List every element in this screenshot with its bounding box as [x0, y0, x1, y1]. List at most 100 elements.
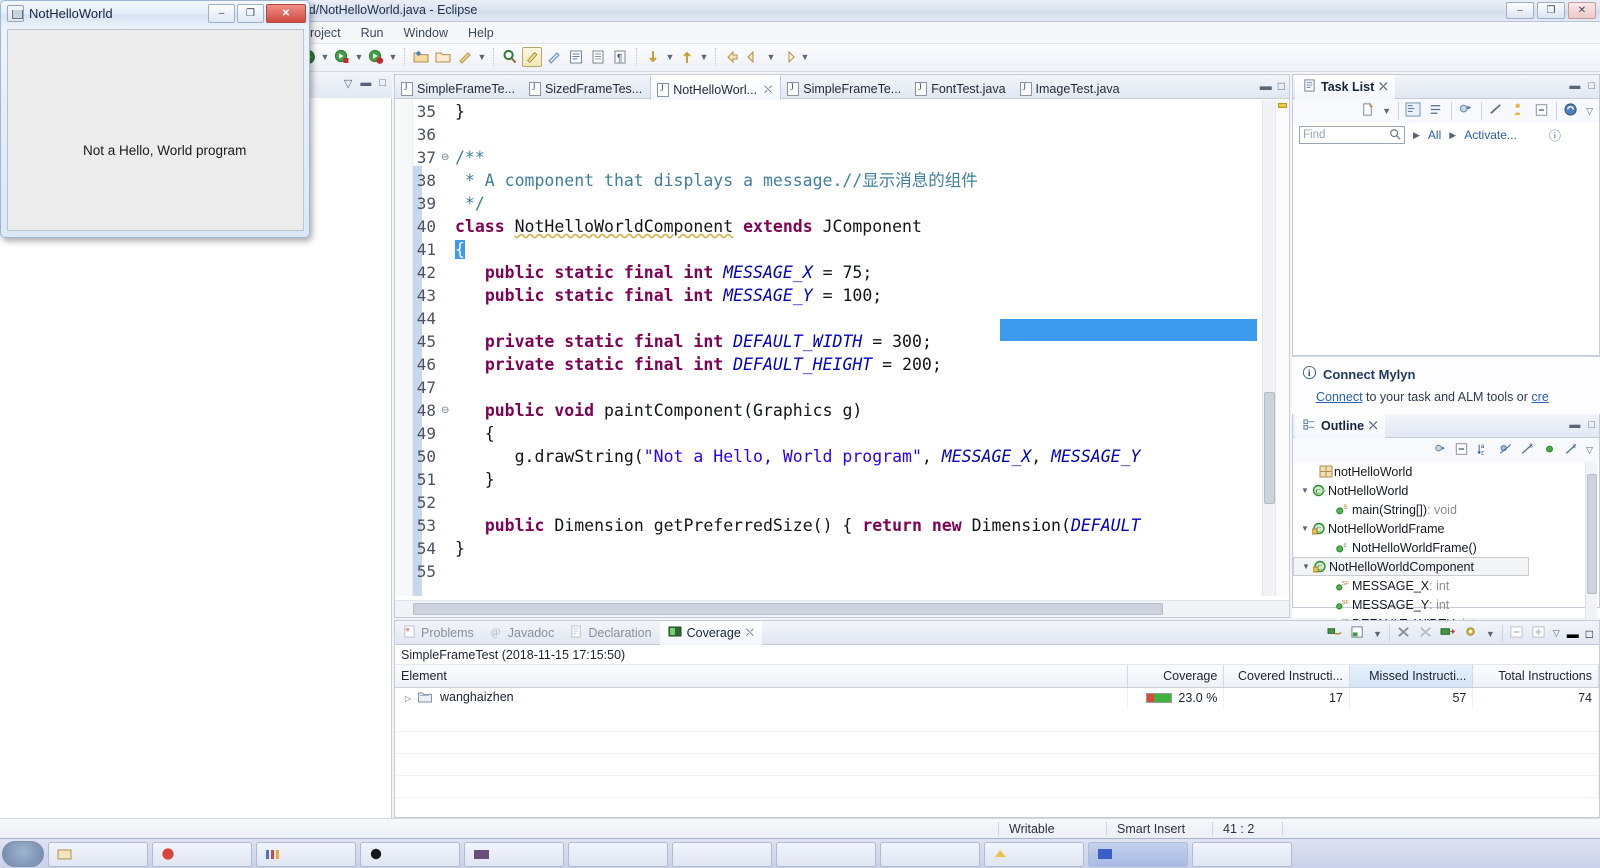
session-dropdown-icon[interactable]: ▼: [1373, 629, 1382, 639]
tab-outline[interactable]: Outline ⛌: [1295, 414, 1386, 438]
person-icon[interactable]: [1511, 102, 1527, 120]
outline-item-nothelloworld-class[interactable]: ▼ C NotHelloWorld: [1293, 481, 1599, 500]
twisty-expanded-icon[interactable]: ▼: [1299, 486, 1311, 495]
help-icon[interactable]: ⓘ: [1549, 127, 1561, 144]
collapse-all-icon[interactable]: [1454, 442, 1469, 459]
external-tools-icon[interactable]: [455, 47, 475, 67]
editor-tab-sizedframetes[interactable]: SizedFrameTes...: [523, 75, 650, 99]
editor-horizontal-scrollbar[interactable]: [395, 600, 1289, 617]
scrollbar-thumb[interactable]: [1587, 474, 1597, 594]
sort-icon[interactable]: az: [1476, 442, 1491, 459]
close-icon[interactable]: ⛌: [1369, 420, 1377, 433]
run-dropdown-icon[interactable]: ▼: [354, 47, 364, 67]
clear-icon[interactable]: [1481, 102, 1504, 120]
view-menu-icon[interactable]: ▽: [344, 77, 352, 90]
view-menu-icon[interactable]: ▽: [1586, 106, 1593, 117]
editor-vertical-scrollbar[interactable]: [1262, 100, 1275, 596]
search-icon[interactable]: [500, 47, 520, 67]
back-icon[interactable]: [722, 47, 742, 67]
menu-run[interactable]: Run: [351, 24, 394, 42]
hide-static-icon[interactable]: S: [1520, 442, 1535, 459]
taskbar-item-6[interactable]: [568, 842, 668, 867]
taskbar-item-10[interactable]: [984, 842, 1084, 867]
swing-maximize-button[interactable]: ❐: [237, 4, 264, 23]
marker-icon[interactable]: [544, 47, 564, 67]
next-annotation-dropdown-icon[interactable]: ▼: [665, 47, 675, 67]
run-icon[interactable]: [332, 47, 352, 67]
outline-item-nothelloworldframe[interactable]: ▼ C NotHelloWorldFrame: [1293, 519, 1599, 538]
maximize-icon[interactable]: □: [1278, 79, 1285, 93]
editor-tab-fonttest-java[interactable]: FontTest.java: [909, 75, 1013, 99]
minimize-icon[interactable]: ▬: [1260, 79, 1272, 93]
find-input[interactable]: Find: [1299, 126, 1405, 144]
activate-link[interactable]: Activate...: [1464, 128, 1517, 142]
hide-nonpublic-icon[interactable]: [1542, 442, 1557, 459]
tab-declaration[interactable]: Declaration: [562, 621, 659, 645]
editor-tab-imagetest-java[interactable]: ImageTest.java: [1014, 75, 1128, 99]
view-menu-icon[interactable]: ▽: [1586, 445, 1593, 456]
fold-marker-icon[interactable]: ⊖: [441, 399, 455, 422]
outline-item-nothelloworldframe-ctor[interactable]: c NotHelloWorldFrame(): [1293, 538, 1599, 557]
taskbar-item-9[interactable]: [880, 842, 980, 867]
editor-tab-simpleframete-1[interactable]: SimpleFrameTe...: [395, 75, 523, 99]
flat-list-icon[interactable]: [1428, 102, 1444, 120]
prev-annotation-icon[interactable]: [677, 47, 697, 67]
pencil-highlight-icon[interactable]: [522, 47, 542, 67]
tab-coverage[interactable]: Coverage ⛌: [659, 621, 762, 645]
open-folder-icon[interactable]: [433, 47, 453, 67]
column-header-total-instructions[interactable]: Total Instructions: [1472, 665, 1599, 688]
expand-all-icon[interactable]: [1531, 625, 1546, 642]
column-header-covered-instructions[interactable]: Covered Instructi...: [1223, 665, 1350, 688]
maximize-icon[interactable]: □: [1588, 80, 1595, 92]
taskbar-item-3[interactable]: [256, 842, 356, 867]
settings-icon[interactable]: [1463, 625, 1479, 642]
maximize-icon[interactable]: □: [379, 77, 386, 90]
external-tools-dropdown-icon[interactable]: ▼: [477, 47, 487, 67]
taskbar-item-1[interactable]: [48, 842, 148, 867]
source-icon[interactable]: [566, 47, 586, 67]
overview-ruler[interactable]: [1275, 100, 1289, 596]
debug-dropdown-icon[interactable]: ▼: [320, 47, 330, 67]
taskbar-item-12[interactable]: [1192, 842, 1292, 867]
folding-gutter[interactable]: ⊖ ⊖: [441, 100, 455, 596]
mylyn-create-link[interactable]: cre: [1531, 390, 1548, 404]
categorize-icon[interactable]: [1398, 102, 1421, 120]
tab-problems[interactable]: Problems: [395, 621, 482, 645]
outline-item-nothelloworldcomponent[interactable]: ▼ C NotHelloWorldComponent: [1293, 557, 1529, 576]
close-icon[interactable]: ⛌: [746, 627, 754, 640]
collapse-all-icon[interactable]: [1534, 103, 1549, 120]
new-task-icon[interactable]: [1360, 102, 1375, 120]
hide-fields-icon[interactable]: [1498, 442, 1513, 459]
outline-item-nothelloworld-package[interactable]: notHelloWorld: [1293, 462, 1599, 481]
editor-tab-simpleframete-2[interactable]: SimpleFrameTe...: [781, 75, 909, 99]
prev-annotation-dropdown-icon[interactable]: ▼: [699, 47, 709, 67]
twisty-expanded-icon[interactable]: ▼: [1299, 524, 1311, 533]
view-menu-icon[interactable]: ▽: [1553, 628, 1560, 639]
forward-icon[interactable]: [744, 47, 764, 67]
paragraph-icon[interactable]: ¶: [610, 47, 630, 67]
minimize-button[interactable]: –: [1506, 2, 1534, 19]
new-task-dropdown-icon[interactable]: ▼: [1382, 106, 1391, 116]
menu-help[interactable]: Help: [458, 24, 504, 42]
activate-expander-icon[interactable]: ▶: [1449, 130, 1456, 141]
minimize-icon[interactable]: ▬: [1569, 419, 1580, 431]
scrollbar-thumb[interactable]: [1264, 392, 1275, 504]
coverage-dropdown-icon[interactable]: ▼: [388, 47, 398, 67]
taskbar-item-4[interactable]: [360, 842, 460, 867]
outline-item-main-method[interactable]: S main(String[]) : void: [1293, 500, 1599, 519]
list-icon[interactable]: [588, 47, 608, 67]
taskbar-item-8[interactable]: [776, 842, 876, 867]
column-header-element[interactable]: Element: [395, 665, 1129, 688]
outline-item-message-x[interactable]: SF MESSAGE_X : int: [1293, 576, 1599, 595]
taskbar-item-2[interactable]: [152, 842, 252, 867]
filter-icon[interactable]: [1451, 102, 1474, 120]
table-row[interactable]: ▷ wanghaizhen 23.0 % 17 57 74: [395, 687, 1599, 709]
taskbar-item-eclipse[interactable]: [1088, 842, 1188, 867]
coverage-icon[interactable]: [366, 47, 386, 67]
scope-all-link[interactable]: All: [1428, 128, 1441, 142]
session-icon[interactable]: [1350, 625, 1366, 642]
swing-close-button[interactable]: ✕: [266, 4, 306, 23]
arrow-right-icon[interactable]: [778, 47, 798, 67]
minimize-icon[interactable]: ▬: [360, 77, 371, 90]
twisty-collapsed-icon[interactable]: ▷: [401, 694, 415, 703]
